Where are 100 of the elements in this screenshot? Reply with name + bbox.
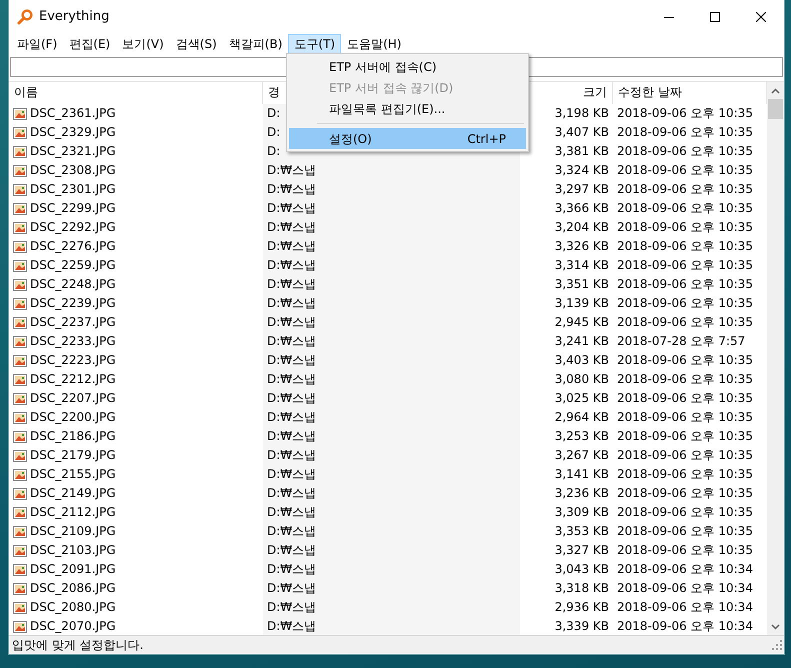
- file-name[interactable]: DSC_2091.JPG: [30, 560, 116, 579]
- file-name[interactable]: DSC_2155.JPG: [30, 465, 116, 484]
- file-size: 3,326 KB: [554, 239, 609, 253]
- modified-date: 2018-09-06 오후 10:35: [617, 239, 753, 253]
- file-path: D:₩스냅: [267, 391, 316, 405]
- file-path: D:₩스냅: [267, 372, 316, 386]
- file-size: 3,198 KB: [554, 106, 609, 120]
- file-size: 3,327 KB: [554, 543, 609, 557]
- modified-date: 2018-09-06 오후 10:35: [617, 353, 753, 367]
- file-name[interactable]: DSC_2200.JPG: [30, 408, 116, 427]
- close-icon: [756, 12, 766, 22]
- file-name[interactable]: DSC_2103.JPG: [30, 541, 116, 560]
- file-name[interactable]: DSC_2080.JPG: [30, 598, 116, 617]
- caret-up-icon: [771, 88, 780, 94]
- file-size: 3,324 KB: [554, 163, 609, 177]
- menu-item[interactable]: 도움말(H): [341, 34, 408, 54]
- file-name[interactable]: DSC_2308.JPG: [30, 161, 116, 180]
- file-name[interactable]: DSC_2112.JPG: [30, 503, 116, 522]
- menu-item[interactable]: 책갈피(B): [222, 34, 288, 54]
- menu-option[interactable]: 설정(O) Ctrl+P: [289, 128, 526, 149]
- file-name[interactable]: DSC_2207.JPG: [30, 389, 116, 408]
- file-path: D:₩스냅: [267, 315, 316, 329]
- file-path: D:₩스냅: [267, 334, 316, 348]
- file-name[interactable]: DSC_2233.JPG: [30, 332, 116, 351]
- file-path: D:₩스냅: [267, 581, 316, 595]
- image-file-icon: [13, 374, 27, 386]
- file-name[interactable]: DSC_2223.JPG: [30, 351, 116, 370]
- modified-date: 2018-09-06 오후 10:34: [617, 581, 753, 595]
- file-name[interactable]: DSC_2248.JPG: [30, 275, 116, 294]
- modified-date: 2018-09-06 오후 10:35: [617, 448, 753, 462]
- file-size: 3,043 KB: [554, 562, 609, 576]
- file-path: D:: [267, 144, 280, 158]
- file-name[interactable]: DSC_2212.JPG: [30, 370, 116, 389]
- modified-date: 2018-09-06 오후 10:35: [617, 467, 753, 481]
- file-size: 3,381 KB: [554, 144, 609, 158]
- menu-item[interactable]: 파일(F): [11, 34, 64, 54]
- resize-grip-icon[interactable]: [772, 640, 782, 650]
- modified-date: 2018-09-06 오후 10:34: [617, 619, 753, 633]
- image-file-icon: [13, 392, 27, 404]
- modified-date: 2018-09-06 오후 10:35: [617, 163, 753, 177]
- file-name[interactable]: DSC_2109.JPG: [30, 522, 116, 541]
- image-file-icon: [13, 468, 27, 480]
- file-size: 3,139 KB: [554, 296, 609, 310]
- file-path: D:₩스냅: [267, 410, 316, 424]
- file-path: D:₩스냅: [267, 562, 316, 576]
- file-size: 3,236 KB: [554, 486, 609, 500]
- file-size: 3,204 KB: [554, 220, 609, 234]
- file-path: D:₩스냅: [267, 353, 316, 367]
- file-size: 3,025 KB: [554, 391, 609, 405]
- image-file-icon: [13, 278, 27, 290]
- file-name[interactable]: DSC_2361.JPG: [30, 104, 116, 123]
- file-size: 2,945 KB: [554, 315, 609, 329]
- file-name[interactable]: DSC_2086.JPG: [30, 579, 116, 598]
- file-path: D:₩스냅: [267, 220, 316, 234]
- menu-option[interactable]: ETP 서버에 접속(C): [289, 56, 526, 77]
- image-file-icon: [13, 260, 27, 272]
- menu-item[interactable]: 도구(T): [288, 34, 342, 54]
- window-title: Everything: [39, 8, 110, 26]
- caret-down-icon: [771, 624, 780, 630]
- image-file-icon: [13, 108, 27, 120]
- file-name[interactable]: DSC_2070.JPG: [30, 617, 116, 635]
- maximize-icon: [710, 12, 720, 22]
- file-name[interactable]: DSC_2276.JPG: [30, 237, 116, 256]
- modified-date: 2018-09-06 오후 10:34: [617, 600, 753, 614]
- scrollbar[interactable]: [767, 82, 784, 635]
- menu-item[interactable]: 검색(S): [170, 34, 223, 54]
- file-name[interactable]: DSC_2329.JPG: [30, 123, 116, 142]
- file-size: 3,267 KB: [554, 448, 609, 462]
- scrollbar-thumb[interactable]: [768, 99, 783, 119]
- modified-date: 2018-09-06 오후 10:35: [617, 201, 753, 215]
- modified-date: 2018-09-06 오후 10:35: [617, 524, 753, 538]
- file-name[interactable]: DSC_2237.JPG: [30, 313, 116, 332]
- file-name[interactable]: DSC_2321.JPG: [30, 142, 116, 161]
- file-name[interactable]: DSC_2259.JPG: [30, 256, 116, 275]
- file-name[interactable]: DSC_2239.JPG: [30, 294, 116, 313]
- image-file-icon: [13, 544, 27, 556]
- file-name[interactable]: DSC_2179.JPG: [30, 446, 116, 465]
- image-file-icon: [13, 336, 27, 348]
- file-size: 3,253 KB: [554, 429, 609, 443]
- image-file-icon: [13, 298, 27, 310]
- file-size: 3,339 KB: [554, 619, 609, 633]
- file-name[interactable]: DSC_2292.JPG: [30, 218, 116, 237]
- file-name[interactable]: DSC_2149.JPG: [30, 484, 116, 503]
- image-file-icon: [13, 354, 27, 366]
- modified-date: 2018-09-06 오후 10:35: [617, 505, 753, 519]
- file-name[interactable]: DSC_2186.JPG: [30, 427, 116, 446]
- column-header[interactable]: 이름: [9, 82, 263, 104]
- image-file-icon: [13, 164, 27, 176]
- file-size: 3,141 KB: [554, 467, 609, 481]
- file-name[interactable]: DSC_2299.JPG: [30, 199, 116, 218]
- modified-date: 2018-09-06 오후 10:35: [617, 182, 753, 196]
- menu-item[interactable]: 보기(V): [116, 34, 170, 54]
- modified-date: 2018-09-06 오후 10:35: [617, 258, 753, 272]
- image-file-icon: [13, 564, 27, 576]
- file-name[interactable]: DSC_2301.JPG: [30, 180, 116, 199]
- file-path: D:₩스냅: [267, 258, 316, 272]
- menu-item[interactable]: 편집(E): [63, 34, 116, 54]
- modified-date: 2018-09-06 오후 10:35: [617, 296, 753, 310]
- file-size: 3,351 KB: [554, 277, 609, 291]
- shortcut-label: Ctrl+P: [467, 130, 506, 148]
